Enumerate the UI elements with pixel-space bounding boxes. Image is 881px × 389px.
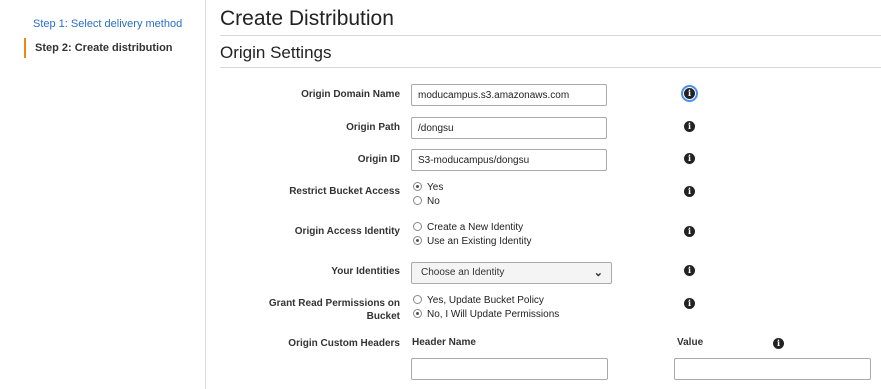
info-icon[interactable]: i — [684, 298, 695, 309]
origin-custom-headers-label: Origin Custom Headers — [288, 338, 400, 349]
page-title: Create Distribution — [220, 7, 394, 30]
info-icon[interactable]: i — [684, 121, 695, 132]
origin-id-input[interactable] — [411, 149, 607, 171]
title-divider — [220, 35, 881, 36]
origin-access-identity-label: Origin Access Identity — [294, 226, 400, 237]
info-icon[interactable]: i — [681, 85, 698, 102]
origin-id-label: Origin ID — [357, 154, 400, 165]
section-title: Origin Settings — [220, 43, 332, 62]
use-existing-identity-option[interactable]: Use an Existing Identity — [413, 235, 532, 249]
radio-label: Create a New Identity — [427, 222, 524, 233]
update-permissions-myself-option[interactable]: No, I Will Update Permissions — [413, 308, 559, 322]
radio-selected[interactable] — [413, 308, 422, 318]
step-2-current: Step 2: Create distribution — [24, 38, 173, 58]
value-column-label: Value — [677, 337, 704, 348]
radio-unselected[interactable] — [413, 294, 422, 304]
radio-label: No, I Will Update Permissions — [427, 309, 560, 320]
origin-domain-name-label: Origin Domain Name — [301, 89, 400, 100]
radio-label: Yes — [427, 182, 444, 193]
radio-selected[interactable] — [413, 181, 422, 191]
grant-read-permissions-label: Grant Read Permissions on Bucket — [268, 298, 400, 322]
info-icon[interactable]: i — [684, 186, 695, 197]
restrict-no-option[interactable]: No — [413, 195, 440, 209]
restrict-bucket-access-label: Restrict Bucket Access — [289, 186, 400, 197]
select-value: Choose an Identity — [421, 267, 505, 278]
origin-domain-name-input[interactable] — [411, 84, 607, 106]
origin-path-input[interactable] — [411, 117, 607, 139]
your-identities-label: Your Identities — [331, 266, 400, 277]
radio-unselected[interactable] — [413, 221, 422, 231]
create-new-identity-option[interactable]: Create a New Identity — [413, 221, 523, 235]
step-1-link[interactable]: Step 1: Select delivery method — [33, 18, 182, 30]
radio-label: Use an Existing Identity — [427, 236, 532, 247]
info-icon[interactable]: i — [684, 153, 695, 164]
radio-unselected[interactable] — [413, 195, 422, 205]
header-value-input[interactable] — [674, 358, 871, 380]
info-icon[interactable]: i — [684, 226, 695, 237]
radio-label: Yes, Update Bucket Policy — [427, 295, 544, 306]
wizard-sidebar: Step 1: Select delivery method Step 2: C… — [0, 0, 206, 389]
origin-path-label: Origin Path — [346, 122, 400, 133]
section-divider — [220, 67, 881, 68]
header-name-column-label: Header Name — [412, 337, 476, 348]
info-icon[interactable]: i — [773, 338, 784, 349]
header-name-input[interactable] — [411, 358, 608, 380]
restrict-yes-option[interactable]: Yes — [413, 181, 443, 195]
radio-label: No — [427, 196, 440, 207]
chevron-down-icon: ⌄ — [593, 267, 603, 279]
update-bucket-policy-option[interactable]: Yes, Update Bucket Policy — [413, 294, 544, 308]
radio-selected[interactable] — [413, 235, 422, 245]
identity-select[interactable]: Choose an Identity ⌄ — [411, 262, 612, 284]
info-icon[interactable]: i — [684, 265, 695, 276]
main-content: Create Distribution Origin Settings Orig… — [206, 0, 881, 389]
